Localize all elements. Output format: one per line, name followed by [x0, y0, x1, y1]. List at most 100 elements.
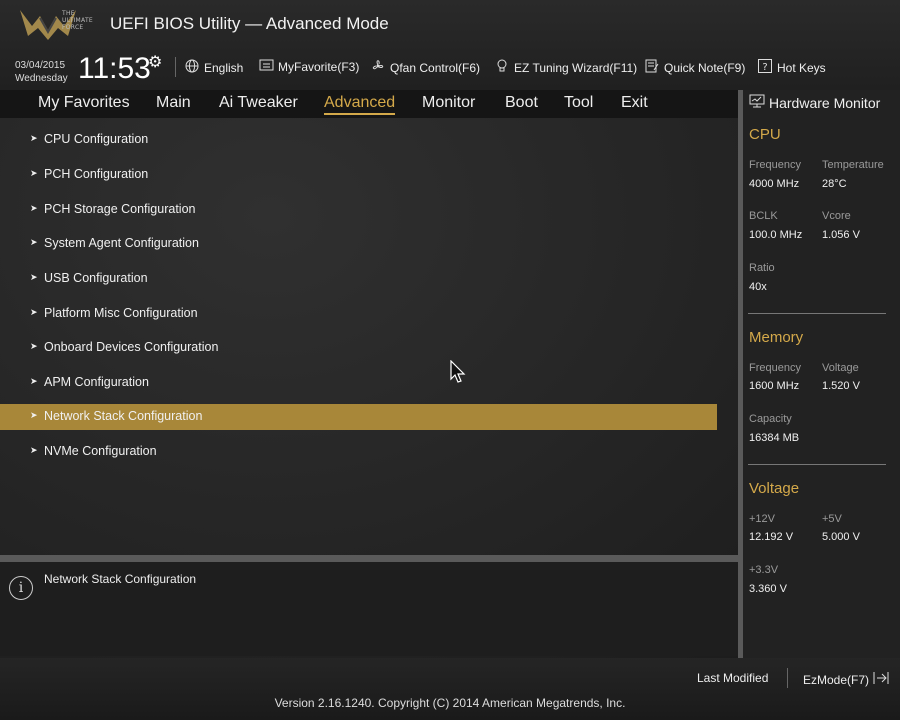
tab-my-favorites[interactable]: My Favorites: [38, 94, 130, 112]
logo-text: THE ULTIMATE FORCE: [62, 10, 94, 31]
ezmode-button[interactable]: EzMode(F7): [803, 671, 889, 688]
footer-separator: [787, 668, 788, 688]
menu-item-label: Platform Misc Configuration: [44, 306, 198, 320]
menu-item-label: PCH Storage Configuration: [44, 202, 196, 216]
myfavorite-label: MyFavorite(F3): [278, 60, 360, 74]
bclk-value: 100.0 MHz: [749, 229, 803, 241]
version-text: Version 2.16.1240. Copyright (C) 2014 Am…: [274, 696, 626, 710]
chevron-right-icon: ➤: [30, 445, 38, 455]
cpu-temperature-label: Temperature: [822, 159, 884, 171]
menu-item-nvme-configuration[interactable]: ➤ NVMe Configuration: [0, 439, 717, 465]
chevron-right-icon: ➤: [30, 410, 38, 420]
menu-item-cpu-configuration[interactable]: ➤ CPU Configuration: [0, 127, 717, 153]
cpu-heading: CPU: [749, 126, 781, 143]
menu-item-label: USB Configuration: [44, 271, 148, 285]
menu-item-label: System Agent Configuration: [44, 236, 199, 250]
v12-label: +12V: [749, 513, 775, 525]
chevron-right-icon: ➤: [30, 168, 38, 178]
memory-voltage-label: Voltage: [822, 362, 859, 374]
ezmode-label: EzMode(F7): [803, 672, 870, 687]
date-display: 03/04/2015 Wednesday: [15, 59, 68, 85]
tab-tool[interactable]: Tool: [564, 94, 593, 112]
menu-item-label: CPU Configuration: [44, 132, 149, 146]
chevron-right-icon: ➤: [30, 203, 38, 213]
fan-icon: [370, 59, 386, 76]
menu-item-label: PCH Configuration: [44, 167, 149, 181]
v33-value: 3.360 V: [749, 583, 787, 595]
gear-icon[interactable]: ⚙: [148, 52, 162, 71]
favorite-icon: [258, 59, 274, 75]
ez-tuning-wizard-button[interactable]: EZ Tuning Wizard(F11): [494, 59, 637, 76]
tab-advanced[interactable]: Advanced: [324, 94, 396, 115]
tab-main[interactable]: Main: [156, 94, 191, 112]
menu-item-apm-configuration[interactable]: ➤ APM Configuration: [0, 370, 717, 396]
memory-frequency-value: 1600 MHz: [749, 380, 800, 392]
v5-value: 5.000 V: [822, 531, 860, 543]
chevron-right-icon: ➤: [30, 341, 38, 351]
memory-heading: Memory: [749, 329, 804, 346]
note-icon: [644, 59, 660, 76]
menu-item-system-agent-configuration[interactable]: ➤ System Agent Configuration: [0, 231, 717, 257]
memory-capacity-value: 16384 MB: [749, 432, 800, 444]
qfan-control-label: Qfan Control(F6): [390, 60, 481, 75]
chevron-right-icon: ➤: [30, 307, 38, 317]
language-button[interactable]: English: [184, 59, 243, 76]
exit-arrow-icon: [873, 671, 889, 688]
menu-item-network-stack-configuration[interactable]: ➤ Network Stack Configuration: [0, 404, 717, 430]
weekday-value: Wednesday: [15, 73, 68, 84]
last-modified-button[interactable]: Last Modified: [697, 671, 768, 685]
v5-label: +5V: [822, 513, 842, 525]
mouse-cursor-icon: [450, 360, 466, 383]
menu-item-label: APM Configuration: [44, 375, 149, 389]
cpu-frequency-value: 4000 MHz: [749, 178, 800, 190]
help-divider: [0, 555, 738, 562]
clock[interactable]: 11:53: [78, 52, 151, 86]
menu-item-label: Network Stack Configuration: [44, 409, 203, 423]
footer-bar: [0, 658, 900, 720]
cpu-frequency-label: Frequency: [749, 159, 801, 171]
menu-item-pch-configuration[interactable]: ➤ PCH Configuration: [0, 162, 717, 188]
menu-item-pch-storage-configuration[interactable]: ➤ PCH Storage Configuration: [0, 197, 717, 223]
date-value: 03/04/2015: [15, 60, 66, 71]
memory-capacity-label: Capacity: [749, 413, 792, 425]
info-icon: i: [9, 576, 33, 600]
hardware-monitor-label: Hardware Monitor: [769, 94, 881, 111]
tab-boot[interactable]: Boot: [505, 94, 538, 112]
globe-icon: [184, 59, 200, 76]
quick-note-button[interactable]: Quick Note(F9): [644, 59, 745, 76]
ratio-value: 40x: [749, 281, 767, 293]
qfan-control-button[interactable]: Qfan Control(F6): [370, 59, 480, 76]
bclk-label: BCLK: [749, 210, 778, 222]
memory-section-divider: [748, 464, 886, 465]
language-label: English: [204, 60, 244, 75]
vcore-value: 1.056 V: [822, 229, 860, 241]
hardware-monitor-title: Hardware Monitor: [749, 94, 880, 111]
memory-frequency-label: Frequency: [749, 362, 801, 374]
ratio-label: Ratio: [749, 262, 775, 274]
app-title: UEFI BIOS Utility — Advanced Mode: [110, 14, 389, 33]
tab-exit[interactable]: Exit: [621, 94, 648, 112]
menu-item-platform-misc-configuration[interactable]: ➤ Platform Misc Configuration: [0, 301, 717, 327]
cpu-section-divider: [748, 313, 886, 314]
chevron-right-icon: ➤: [30, 272, 38, 282]
menu-item-usb-configuration[interactable]: ➤ USB Configuration: [0, 266, 717, 292]
memory-voltage-value: 1.520 V: [822, 380, 860, 392]
chevron-right-icon: ➤: [30, 133, 38, 143]
tab-ai-tweaker[interactable]: Ai Tweaker: [219, 94, 298, 112]
menu-item-label: NVMe Configuration: [44, 444, 157, 458]
voltage-heading: Voltage: [749, 480, 800, 497]
lightbulb-icon: [494, 59, 510, 76]
menu-item-onboard-devices-configuration[interactable]: ➤ Onboard Devices Configuration: [0, 335, 717, 361]
chevron-right-icon: ➤: [30, 237, 38, 247]
quick-note-label: Quick Note(F9): [664, 60, 746, 75]
help-icon: ?: [757, 59, 773, 76]
myfavorite-button[interactable]: MyFavorite(F3): [258, 59, 359, 75]
ez-tuning-wizard-label: EZ Tuning Wizard(F11): [514, 60, 638, 75]
monitor-icon: [749, 94, 765, 111]
vcore-label: Vcore: [822, 210, 851, 222]
header-separator: [175, 57, 176, 77]
v33-label: +3.3V: [749, 564, 779, 576]
hot-keys-button[interactable]: ? Hot Keys: [757, 59, 826, 76]
menu-item-label: Onboard Devices Configuration: [44, 340, 219, 354]
tab-monitor[interactable]: Monitor: [422, 94, 475, 112]
